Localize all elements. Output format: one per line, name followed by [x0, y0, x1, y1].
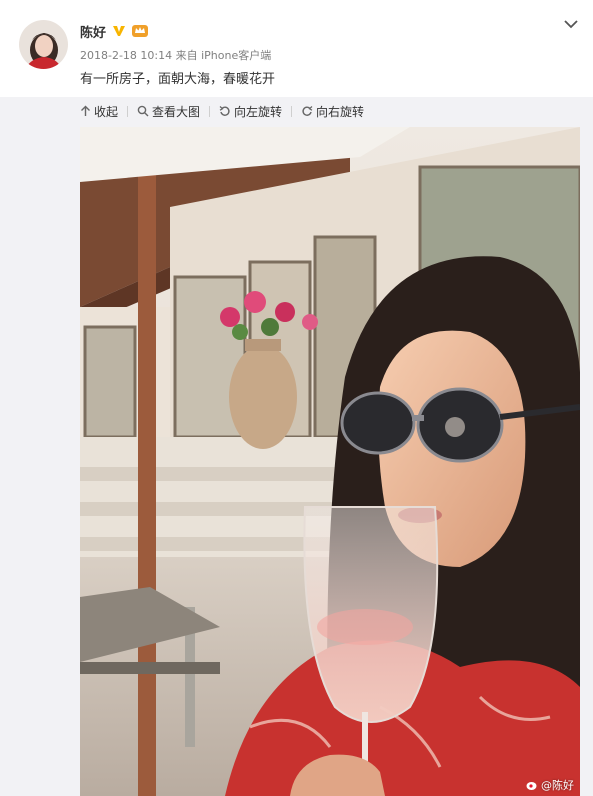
chevron-down-icon[interactable] [562, 15, 580, 33]
rotate-left-button[interactable]: 向左旋转 [219, 103, 282, 120]
search-icon [137, 105, 149, 117]
media-panel: 收起 查看大图 向左旋转 向右旋转 @陈好 [0, 97, 593, 796]
rotate-right-icon [302, 106, 313, 116]
rotate-left-icon [219, 106, 230, 116]
post-meta: 2018-2-18 10:14 来自 iPhone客户端 [80, 49, 272, 62]
rotate-left-label: 向左旋转 [234, 104, 283, 119]
watermark-text: @陈好 [541, 779, 574, 792]
collapse-button[interactable]: 收起 [80, 103, 118, 120]
weibo-logo-icon [526, 779, 538, 791]
weibo-post: 陈好 2018-2-18 10:14 来自 iPhone客户端 有一所房子，面朝… [0, 0, 593, 796]
avatar[interactable] [19, 20, 68, 69]
photo-watermark: @陈好 [526, 777, 574, 793]
view-large-label: 查看大图 [152, 104, 201, 119]
collapse-icon [81, 105, 90, 116]
toolbar-divider [291, 105, 293, 117]
toolbar-divider [209, 105, 211, 117]
post-photo[interactable]: @陈好 [80, 127, 580, 796]
post-content: 有一所房子，面朝大海，春暖花开 [80, 72, 276, 87]
view-large-button[interactable]: 查看大图 [137, 103, 200, 120]
author-name[interactable]: 陈好 [80, 22, 106, 41]
rotate-right-label: 向右旋转 [316, 104, 365, 119]
collapse-label: 收起 [94, 104, 119, 119]
member-crown-icon[interactable] [131, 22, 149, 38]
toolbar-divider [127, 105, 129, 117]
image-toolbar: 收起 查看大图 向左旋转 向右旋转 [80, 97, 364, 125]
rotate-right-button[interactable]: 向右旋转 [301, 103, 364, 120]
verified-v-icon [112, 23, 126, 37]
